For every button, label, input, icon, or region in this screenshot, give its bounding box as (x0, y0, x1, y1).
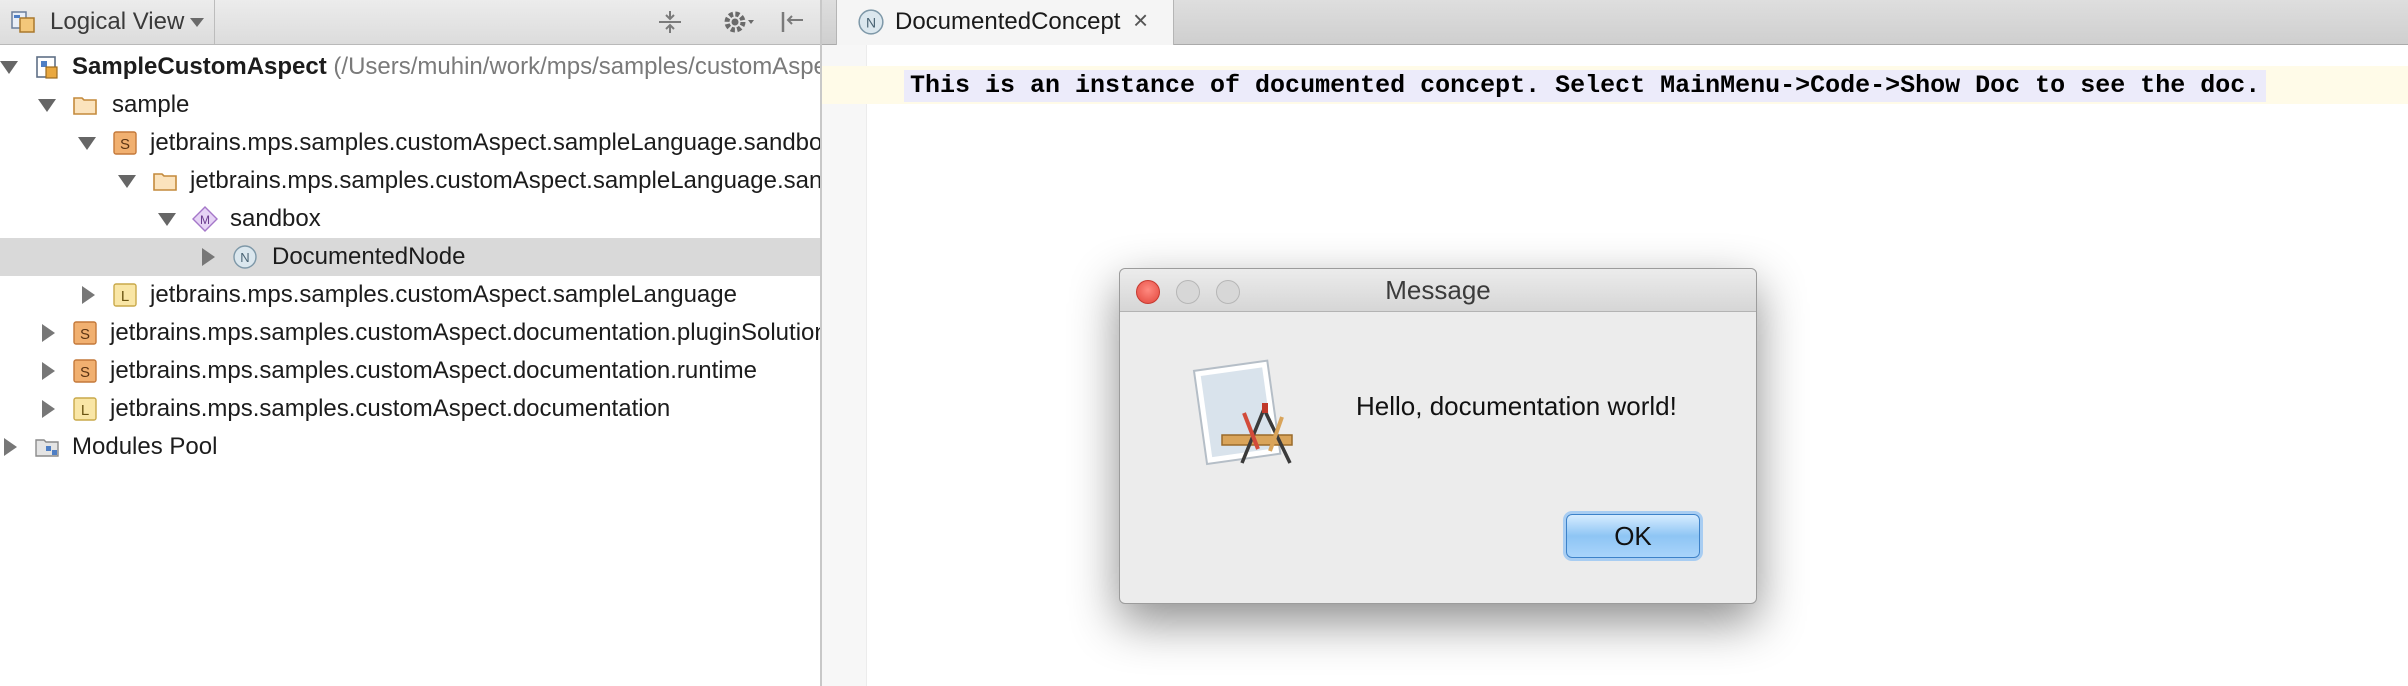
tree-item-model[interactable]: M sandbox (0, 200, 820, 238)
tree-item-label: Modules Pool (72, 433, 218, 460)
tree-item-solution[interactable]: S jetbrains.mps.samples.customAspect.sam… (0, 124, 820, 162)
tree-item-label: SampleCustomAspect (/Users/muhin/work/mp… (72, 53, 822, 81)
editor-gutter (822, 45, 867, 686)
tree-item-label: jetbrains.mps.samples.customAspect.docum… (110, 319, 822, 346)
dialog-title: Message (1385, 275, 1491, 305)
tree-item-label: sandbox (230, 205, 321, 232)
expand-arrow-icon[interactable] (38, 99, 56, 112)
tree-item-label: jetbrains.mps.samples.customAspect.docum… (110, 395, 671, 422)
expand-arrow-icon[interactable] (202, 248, 215, 266)
svg-text:S: S (80, 326, 90, 343)
tree-item-language[interactable]: L jetbrains.mps.samples.customAspect.doc… (0, 390, 820, 428)
expand-arrow-icon[interactable] (0, 61, 18, 74)
solution-icon: S (73, 321, 97, 345)
solution-icon: S (73, 359, 97, 383)
expand-arrow-icon[interactable] (42, 400, 55, 418)
svg-text:L: L (121, 288, 129, 305)
tree-item-label: sample (112, 91, 190, 118)
dialog-title-bar[interactable]: Message (1120, 269, 1756, 312)
code-line[interactable]: This is an instance of documented concep… (904, 70, 2267, 102)
tab-label: DocumentedConcept (895, 8, 1121, 35)
model-icon: M (192, 206, 218, 232)
editor-tab-bar: N DocumentedConcept × (822, 0, 2408, 45)
logical-view-icon (11, 11, 35, 33)
folder-icon (73, 97, 97, 115)
expand-arrow-icon[interactable] (4, 438, 17, 456)
language-icon: L (113, 283, 137, 307)
expand-arrow-icon[interactable] (78, 137, 96, 150)
folder-icon (153, 173, 177, 191)
tree-item-folder[interactable]: sample (0, 86, 820, 124)
project-path: (/Users/muhin/work/mps/samples/customAsp… (333, 53, 822, 80)
tree-item-label: jetbrains.mps.samples.customAspect.sampl… (190, 167, 822, 194)
svg-text:L: L (81, 402, 89, 419)
tree-item-label: jetbrains.mps.samples.customAspect.sampl… (150, 281, 737, 308)
language-icon: L (73, 397, 97, 421)
project-toolbar: Logical View (0, 0, 820, 45)
ok-button[interactable]: OK (1566, 514, 1700, 558)
expand-arrow-icon[interactable] (42, 324, 55, 342)
gear-icon[interactable] (722, 8, 756, 36)
project-tool-window: Logical View SampleCustomAspect (/Users/… (0, 0, 822, 686)
tree-item-label: DocumentedNode (272, 243, 466, 270)
tree-item-label: jetbrains.mps.samples.customAspect.docum… (110, 357, 757, 384)
svg-text:N: N (866, 14, 876, 30)
tree-item-label: jetbrains.mps.samples.customAspect.sampl… (150, 129, 822, 156)
view-selector-dropdown[interactable]: Logical View (0, 0, 215, 44)
expand-arrow-icon[interactable] (42, 362, 55, 380)
solution-icon: S (113, 131, 137, 155)
project-icon (36, 56, 58, 79)
tree-item-project[interactable]: SampleCustomAspect (/Users/muhin/work/mp… (0, 48, 820, 86)
close-icon[interactable]: × (1133, 5, 1148, 36)
tree-item-solution[interactable]: S jetbrains.mps.samples.customAspect.doc… (0, 314, 820, 352)
modules-pool-icon (35, 439, 59, 457)
node-icon: N (233, 245, 257, 269)
chevron-down-icon (190, 18, 204, 27)
application-icon (1192, 359, 1293, 466)
tree-item-node[interactable]: N DocumentedNode (0, 238, 820, 276)
svg-text:N: N (240, 250, 249, 265)
message-dialog: Message Hello, documentation world! OK (1119, 268, 1757, 604)
collapse-all-icon[interactable] (656, 8, 684, 36)
tab-documented-concept[interactable]: N DocumentedConcept × (836, 0, 1174, 45)
svg-text:S: S (80, 364, 90, 381)
node-icon: N (858, 9, 884, 35)
expand-arrow-icon[interactable] (118, 175, 136, 188)
hide-panel-icon[interactable] (778, 8, 806, 36)
tree-item-modules-pool[interactable]: Modules Pool (0, 428, 820, 466)
view-selector-label: Logical View (50, 8, 185, 35)
expand-arrow-icon[interactable] (82, 286, 95, 304)
tree-item-language[interactable]: L jetbrains.mps.samples.customAspect.sam… (0, 276, 820, 314)
svg-text:M: M (200, 213, 210, 227)
tree-item-folder[interactable]: jetbrains.mps.samples.customAspect.sampl… (0, 162, 820, 200)
tree-item-solution[interactable]: S jetbrains.mps.samples.customAspect.doc… (0, 352, 820, 390)
dialog-message: Hello, documentation world! (1356, 391, 1677, 421)
svg-text:S: S (120, 136, 130, 153)
expand-arrow-icon[interactable] (158, 213, 176, 226)
